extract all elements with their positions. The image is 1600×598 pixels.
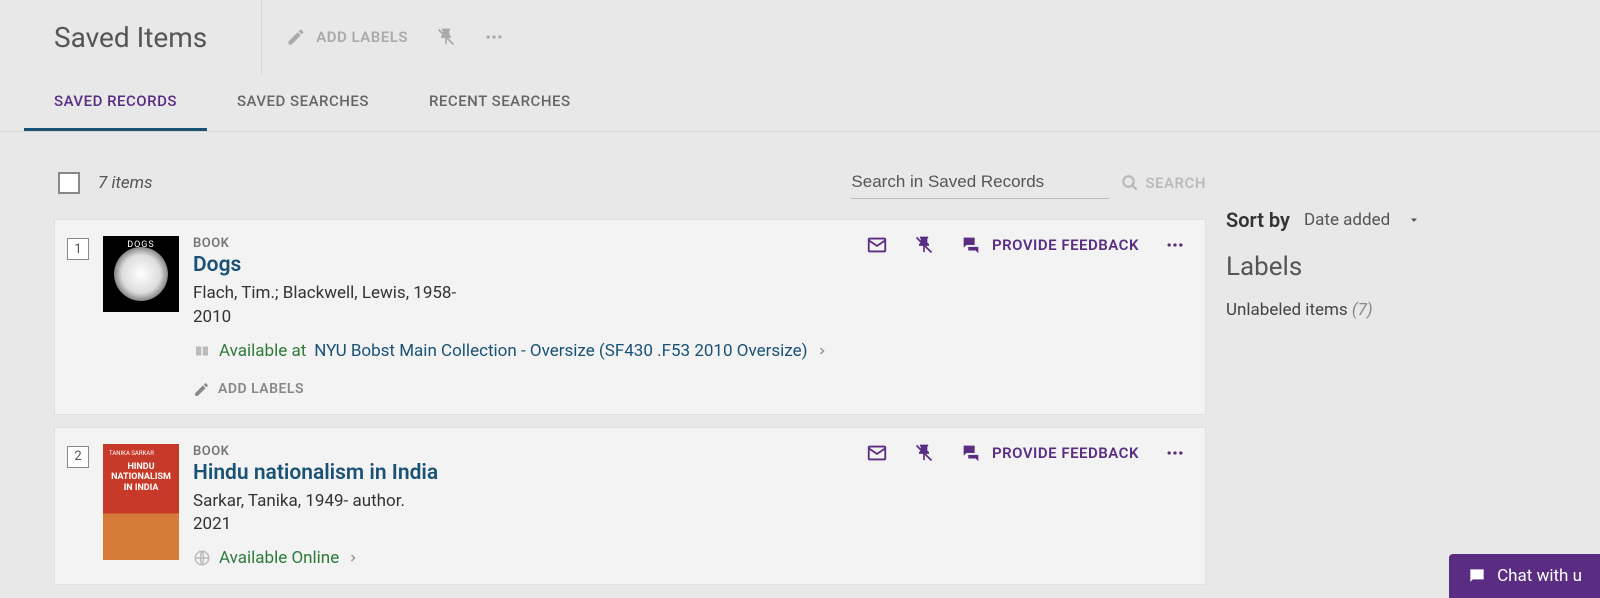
online-icon bbox=[193, 549, 211, 567]
chevron-down-icon bbox=[1408, 214, 1420, 226]
record-index: 2 bbox=[67, 446, 89, 468]
sort-row: Sort by Date added bbox=[1226, 208, 1570, 232]
record-year: 2021 bbox=[193, 514, 1187, 534]
unpin-icon bbox=[436, 27, 456, 47]
record-author: Flach, Tim.; Blackwell, Lewis, 1958- bbox=[193, 281, 503, 307]
unlabeled-text: Unlabeled items bbox=[1226, 300, 1348, 320]
unlabeled-items-link[interactable]: Unlabeled items (7) bbox=[1226, 300, 1570, 320]
library-icon bbox=[193, 342, 211, 360]
sort-value: Date added bbox=[1304, 210, 1390, 230]
tab-saved-searches[interactable]: SAVED SEARCHES bbox=[207, 74, 399, 131]
sidebar: Sort by Date added Labels Unlabeled item… bbox=[1226, 156, 1570, 597]
record-item: 2 TANIKA SARKAR HINDU NATIONALISM IN IND… bbox=[54, 427, 1206, 586]
availability-status: Available at bbox=[219, 341, 306, 361]
record-author: Sarkar, Tanika, 1949- author. bbox=[193, 489, 1187, 515]
list-header: 7 items SEARCH bbox=[54, 156, 1206, 219]
provide-feedback-button[interactable]: PROVIDE FEEDBACK bbox=[960, 442, 1139, 464]
items-count: 7 items bbox=[98, 173, 153, 193]
provide-feedback-button[interactable]: PROVIDE FEEDBACK bbox=[960, 234, 1139, 256]
record-thumbnail[interactable]: TANIKA SARKAR HINDU NATIONALISM IN INDIA bbox=[103, 444, 179, 560]
chevron-right-icon bbox=[816, 345, 828, 357]
more-icon[interactable] bbox=[1165, 443, 1185, 463]
tab-saved-records[interactable]: SAVED RECORDS bbox=[24, 74, 207, 131]
record-title[interactable]: Dogs bbox=[193, 253, 1187, 277]
tabs: SAVED RECORDS SAVED SEARCHES RECENT SEAR… bbox=[0, 74, 1600, 132]
record-thumbnail[interactable]: DOGS bbox=[103, 236, 179, 312]
availability[interactable]: Available at NYU Bobst Main Collection -… bbox=[193, 341, 1187, 361]
record-index: 1 bbox=[67, 238, 89, 260]
more-icon[interactable] bbox=[1165, 235, 1185, 255]
unpin-icon[interactable] bbox=[914, 443, 934, 463]
record-title[interactable]: Hindu nationalism in India bbox=[193, 461, 1187, 485]
chat-icon bbox=[1467, 566, 1487, 586]
header-actions: ADD LABELS bbox=[262, 27, 504, 47]
chat-widget[interactable]: Chat with u bbox=[1449, 554, 1600, 598]
pencil-icon bbox=[193, 381, 210, 398]
add-labels-label: ADD LABELS bbox=[218, 381, 304, 397]
add-labels-button[interactable]: ADD LABELS bbox=[193, 381, 1187, 398]
add-labels-button: ADD LABELS bbox=[286, 27, 408, 47]
chevron-right-icon bbox=[347, 552, 359, 564]
tab-recent-searches[interactable]: RECENT SEARCHES bbox=[399, 74, 601, 131]
search-button-label: SEARCH bbox=[1145, 174, 1206, 192]
record-year: 2010 bbox=[193, 307, 1187, 327]
sort-dropdown[interactable]: Date added bbox=[1304, 210, 1420, 230]
unlabeled-count: (7) bbox=[1352, 300, 1373, 320]
feedback-label: PROVIDE FEEDBACK bbox=[992, 236, 1139, 254]
search-input[interactable] bbox=[851, 166, 1109, 199]
page-title: Saved Items bbox=[0, 0, 262, 74]
email-icon[interactable] bbox=[866, 234, 888, 256]
availability[interactable]: Available Online bbox=[193, 548, 1187, 568]
email-icon[interactable] bbox=[866, 442, 888, 464]
search-icon bbox=[1121, 174, 1139, 192]
chat-label: Chat with u bbox=[1497, 566, 1582, 586]
header: Saved Items ADD LABELS bbox=[0, 0, 1600, 74]
availability-status: Available Online bbox=[219, 548, 339, 568]
labels-heading: Labels bbox=[1226, 252, 1570, 282]
availability-location[interactable]: NYU Bobst Main Collection - Oversize (SF… bbox=[314, 341, 807, 361]
sort-label: Sort by bbox=[1226, 208, 1290, 232]
search-button: SEARCH bbox=[1121, 174, 1206, 192]
add-labels-label: ADD LABELS bbox=[316, 28, 408, 46]
record-item: 1 DOGS BOOK Dogs Flach, Tim.; Blackwell,… bbox=[54, 219, 1206, 415]
feedback-icon bbox=[960, 442, 982, 464]
select-all-checkbox[interactable] bbox=[58, 172, 80, 194]
feedback-label: PROVIDE FEEDBACK bbox=[992, 444, 1139, 462]
pencil-icon bbox=[286, 27, 306, 47]
feedback-icon bbox=[960, 234, 982, 256]
unpin-icon[interactable] bbox=[914, 235, 934, 255]
more-icon[interactable] bbox=[484, 27, 504, 47]
